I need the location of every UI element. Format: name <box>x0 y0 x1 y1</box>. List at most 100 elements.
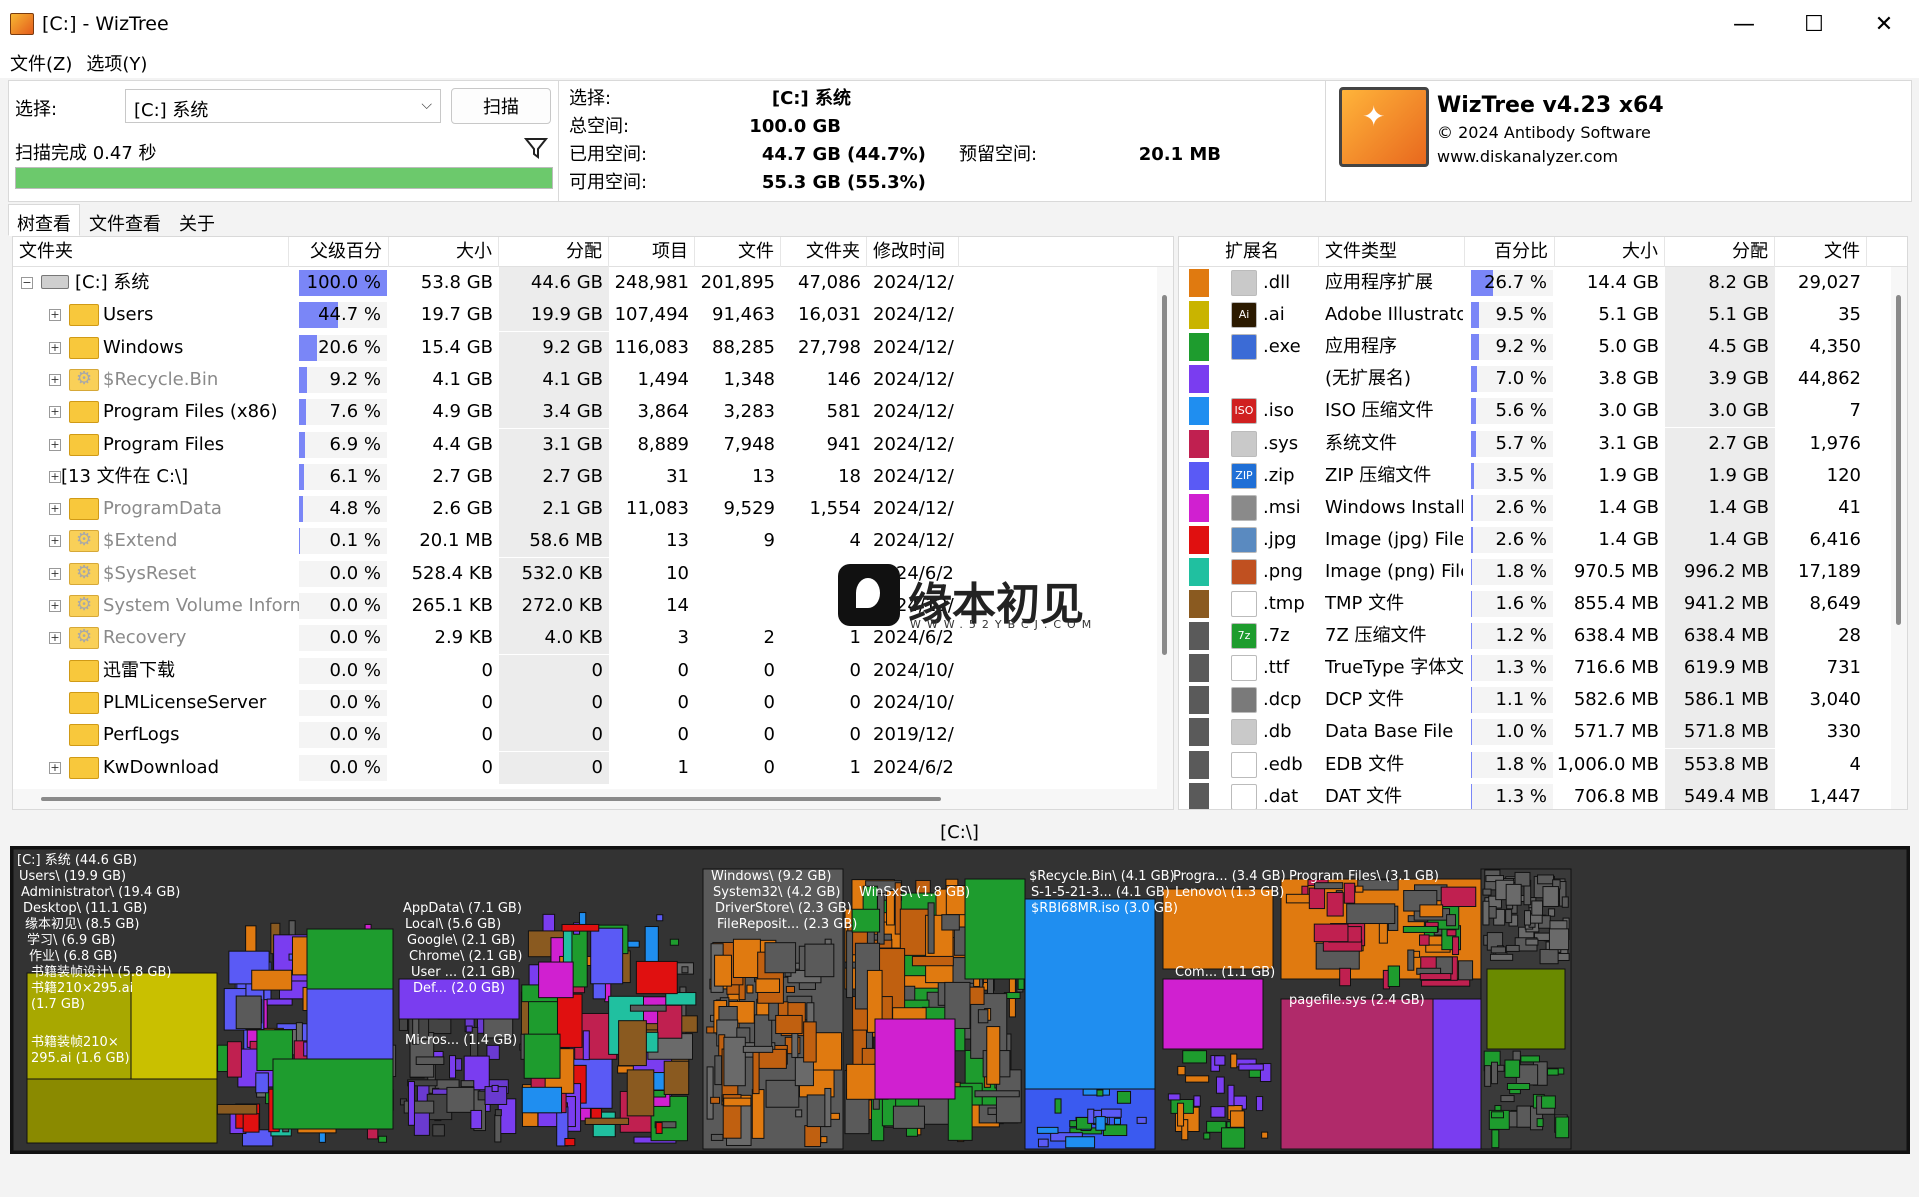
folder-col-header-6[interactable]: 文件夹 <box>781 237 867 267</box>
folder-row[interactable]: + $Recycle.Bin 9.2 % 4.1 GB 4.1 GB 1,494 1,348… <box>13 363 1173 396</box>
treemap-block[interactable] <box>791 1031 799 1058</box>
treemap-block[interactable] <box>986 1026 1001 1085</box>
treemap-block[interactable] <box>732 938 761 978</box>
treemap-block[interactable] <box>656 914 664 922</box>
ext-col-header-5[interactable]: 文件 <box>1775 237 1867 267</box>
treemap-block[interactable] <box>1343 882 1356 904</box>
treemap-block[interactable] <box>1036 1126 1059 1134</box>
expand-icon[interactable]: + <box>49 600 61 612</box>
filter-icon[interactable] <box>523 135 549 161</box>
ext-col-header-1[interactable]: 文件类型 <box>1319 237 1465 267</box>
treemap-block[interactable] <box>665 992 697 1006</box>
scan-button[interactable]: 扫描 <box>451 88 551 124</box>
treemap-block[interactable] <box>1488 906 1497 919</box>
treemap-block[interactable] <box>1210 1106 1226 1118</box>
close-button[interactable]: ✕ <box>1849 0 1919 48</box>
treemap-block[interactable] <box>714 1055 723 1086</box>
treemap-block[interactable] <box>911 955 954 967</box>
treemap-block[interactable] <box>1096 1089 1104 1097</box>
treemap-block[interactable] <box>378 1135 388 1143</box>
treemap-block[interactable] <box>460 1080 475 1088</box>
extension-row[interactable]: ISO .iso ISO 压缩文件 5.6 % 3.0 GB 3.0 GB 7 <box>1179 395 1907 428</box>
folder-col-header-1[interactable]: 父级百分比 <box>289 237 389 292</box>
treemap-block[interactable] <box>1082 1088 1110 1096</box>
treemap-block[interactable] <box>1136 1116 1147 1124</box>
folder-col-header-7[interactable]: 修改时间 <box>867 237 959 267</box>
treemap-block[interactable] <box>1482 888 1492 896</box>
treemap-block[interactable] <box>1541 1095 1556 1109</box>
treemap-block[interactable] <box>1261 1131 1269 1139</box>
treemap-block[interactable] <box>561 923 600 932</box>
treemap-block[interactable] <box>710 1096 721 1104</box>
treemap-block[interactable] <box>752 1047 760 1095</box>
ext-col-header-2[interactable]: 百分比 <box>1465 237 1555 267</box>
treemap-block[interactable] <box>1491 1129 1500 1149</box>
folder-col-header-5[interactable]: 文件 <box>695 237 781 267</box>
vscroll-thumb[interactable] <box>1896 295 1901 625</box>
folder-row[interactable]: + Program Files (x86) 7.6 % 4.9 GB 3.4 GB 3,8… <box>13 396 1173 429</box>
treemap-block[interactable] <box>1116 1090 1132 1104</box>
treemap-block[interactable] <box>775 1014 803 1035</box>
treemap-block[interactable] <box>1203 1132 1211 1140</box>
folder-row[interactable]: + Program Files 6.9 % 4.4 GB 3.1 GB 8,889 7,94… <box>13 428 1173 461</box>
treemap-block[interactable] <box>977 1009 989 1024</box>
treemap-block[interactable] <box>723 1097 752 1107</box>
folder-table-hscroll[interactable] <box>13 789 1173 809</box>
treemap-block[interactable] <box>764 942 797 974</box>
treemap-block[interactable] <box>1531 900 1544 916</box>
treemap-block[interactable] <box>1486 968 1566 1050</box>
expand-icon[interactable]: + <box>49 567 61 580</box>
treemap-block[interactable] <box>1524 910 1532 926</box>
treemap-block[interactable] <box>564 1137 576 1147</box>
treemap-block[interactable] <box>820 1136 828 1144</box>
treemap-block[interactable] <box>235 995 262 1030</box>
extension-row[interactable]: Ai .ai Adobe Illustrator 9.5 % 5.1 GB 5.1 GB 3… <box>1179 299 1907 332</box>
treemap-block[interactable] <box>491 1084 499 1092</box>
tab-tree-view[interactable]: 树查看 <box>8 204 80 236</box>
folder-row[interactable]: + Windows 20.6 % 15.4 GB 9.2 GB 116,083 88,285… <box>13 331 1173 364</box>
treemap-block[interactable] <box>556 993 583 1048</box>
treemap-block[interactable] <box>1326 892 1344 917</box>
treemap-block[interactable] <box>1162 888 1274 970</box>
expand-icon[interactable]: + <box>49 406 61 419</box>
treemap-block[interactable] <box>1113 1117 1121 1125</box>
treemap-block[interactable] <box>1095 1116 1106 1131</box>
treemap-block[interactable] <box>629 1004 667 1012</box>
treemap-block[interactable] <box>1229 1110 1245 1128</box>
maximize-button[interactable]: ☐ <box>1779 0 1849 48</box>
extension-row[interactable]: .tmp TMP 文件 1.6 % 855.4 MB 941.2 MB 8,649 <box>1179 588 1907 620</box>
treemap-block[interactable] <box>1387 965 1401 987</box>
expand-icon[interactable]: + <box>49 341 61 354</box>
treemap-block[interactable] <box>1215 1076 1225 1094</box>
treemap-block[interactable] <box>1087 1108 1095 1124</box>
treemap-block[interactable] <box>494 1109 502 1117</box>
folder-row[interactable]: PerfLogs 0.0 % 0 0 0 0 0 2019/12/ <box>13 719 1173 752</box>
extension-row[interactable]: .exe 应用程序 9.2 % 5.0 GB 4.5 GB 4,350 <box>1179 331 1907 364</box>
extension-row[interactable]: .edb EDB 文件 1.8 % 1,006.0 MB 553.8 MB 4 <box>1179 748 1907 781</box>
treemap-block[interactable] <box>1505 909 1513 924</box>
treemap-block[interactable] <box>723 1036 746 1087</box>
extension-row[interactable]: .jpg Image (jpg) File 2.6 % 1.4 GB 1.4 GB 6,4… <box>1179 523 1907 556</box>
treemap-block[interactable] <box>751 1089 765 1139</box>
treemap-block[interactable] <box>746 984 754 994</box>
ai-file-block-2[interactable] <box>26 1078 218 1144</box>
treemap-block[interactable] <box>1193 1095 1201 1107</box>
expand-icon[interactable]: + <box>49 503 61 516</box>
treemap-block[interactable] <box>1354 885 1364 893</box>
treemap-block[interactable] <box>465 1025 473 1033</box>
folder-col-header-4[interactable]: 项目 <box>609 237 695 267</box>
treemap-block[interactable] <box>1308 887 1326 910</box>
minimize-button[interactable]: — <box>1709 0 1779 48</box>
treemap-block[interactable] <box>251 969 293 991</box>
treemap-block[interactable] <box>1182 1050 1207 1064</box>
treemap-block[interactable] <box>494 1114 502 1143</box>
treemap-block[interactable] <box>1419 904 1444 918</box>
treemap-block[interactable] <box>1054 1098 1062 1114</box>
treemap-block[interactable] <box>407 1081 415 1126</box>
treemap-block[interactable] <box>1413 950 1421 958</box>
treemap-block[interactable] <box>1101 1108 1122 1118</box>
treemap-block[interactable] <box>584 1117 630 1125</box>
treemap-block[interactable] <box>1505 944 1520 952</box>
treemap-block[interactable] <box>681 966 689 974</box>
folder-row[interactable]: − [C:] 系统 100.0 % 53.8 GB 44.6 GB 248,981 201,… <box>13 267 1173 299</box>
